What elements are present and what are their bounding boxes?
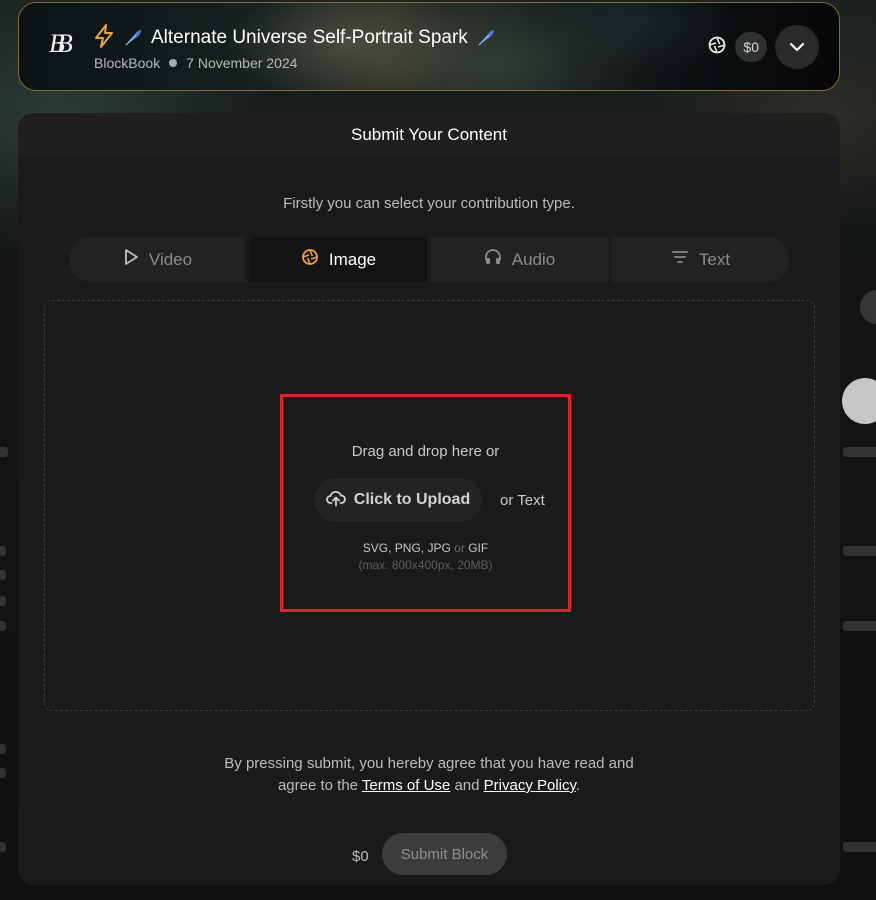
- terms-of-use-link[interactable]: Terms of Use: [362, 777, 450, 794]
- separator-dot: [169, 59, 178, 67]
- agreement-and: and: [454, 777, 480, 794]
- click-to-upload-button[interactable]: Click to Upload: [314, 478, 482, 522]
- price-badge: $0: [735, 32, 767, 62]
- publish-date: 7 November 2024: [186, 55, 298, 71]
- feather-icon: [476, 28, 496, 48]
- feather-icon: [123, 28, 143, 48]
- footer-price: $0: [352, 848, 369, 865]
- contribution-intro: Firstly you can select your contribution…: [283, 195, 575, 212]
- background-text: [843, 447, 876, 457]
- expand-button[interactable]: [775, 25, 819, 69]
- drag-drop-text: Drag and drop here or: [351, 443, 500, 460]
- tab-image-label: Image: [328, 249, 377, 269]
- tab-video-label: Video: [148, 249, 193, 269]
- agreement-suffix: .: [575, 777, 581, 794]
- blockbook-logo[interactable]: BB: [49, 29, 79, 63]
- cloud-upload-icon: [325, 489, 346, 512]
- submit-block-button[interactable]: Submit Block: [382, 833, 507, 875]
- privacy-policy-link[interactable]: Privacy Policy: [484, 777, 576, 794]
- background-text: [0, 768, 6, 778]
- background-text: [0, 596, 6, 606]
- background-text: [843, 621, 876, 631]
- background-text: [0, 447, 8, 457]
- accepted-formats: SVG, PNG, JPG or GIF: [280, 541, 571, 555]
- formats-secondary: GIF: [468, 541, 489, 555]
- submit-content-modal: Submit Your Content Firstly you can sele…: [18, 113, 840, 885]
- tab-audio[interactable]: Audio: [431, 237, 608, 282]
- agreement-line-1: By pressing submit, you hereby agree tha…: [224, 755, 634, 772]
- background-text: [843, 842, 876, 852]
- chevron-down-icon: [789, 42, 805, 52]
- background-button: [842, 378, 876, 424]
- background-avatar: [860, 290, 876, 324]
- background-text: [0, 842, 6, 852]
- agreement-prefix: agree to the: [277, 777, 358, 794]
- banner-meta: BlockBook 7 November 2024: [94, 55, 297, 71]
- headphones-icon: [484, 248, 502, 271]
- upload-limits: (max. 800x400px, 20MB): [358, 558, 493, 572]
- formats-primary: SVG, PNG, JPG: [362, 541, 451, 555]
- background-text: [0, 546, 6, 556]
- tab-audio-label: Audio: [511, 249, 556, 269]
- contribution-type-tabs: Video Image Audio Text: [69, 237, 789, 282]
- agreement-line-2: agree to the Terms of Use and Privacy Po…: [18, 775, 840, 797]
- click-to-upload-label: Click to Upload: [353, 491, 471, 508]
- formats-or: or: [454, 541, 465, 555]
- tab-text[interactable]: Text: [612, 237, 789, 282]
- author-name[interactable]: BlockBook: [94, 55, 160, 71]
- agreement-text: By pressing submit, you hereby agree tha…: [18, 753, 840, 797]
- background-text: [0, 570, 6, 580]
- background-text: [0, 621, 6, 631]
- banner-actions: $0: [707, 25, 819, 69]
- banner-title-row: Alternate Universe Self-Portrait Spark: [93, 24, 496, 52]
- tab-video[interactable]: Video: [69, 237, 246, 282]
- or-text-link[interactable]: or Text: [500, 492, 545, 509]
- lightning-icon: [93, 24, 115, 52]
- modal-title: Submit Your Content: [18, 113, 840, 157]
- background-text: [0, 744, 6, 754]
- background-text: [843, 546, 876, 556]
- play-icon: [123, 248, 139, 271]
- tab-text-label: Text: [698, 249, 731, 269]
- content-banner: BB Alternate Universe Self-Portrait Spar…: [18, 2, 840, 91]
- aperture-icon: [301, 248, 319, 271]
- tab-image[interactable]: Image: [250, 237, 427, 282]
- banner-title: Alternate Universe Self-Portrait Spark: [151, 27, 468, 48]
- text-lines-icon: [671, 249, 689, 270]
- aperture-icon: [707, 35, 727, 60]
